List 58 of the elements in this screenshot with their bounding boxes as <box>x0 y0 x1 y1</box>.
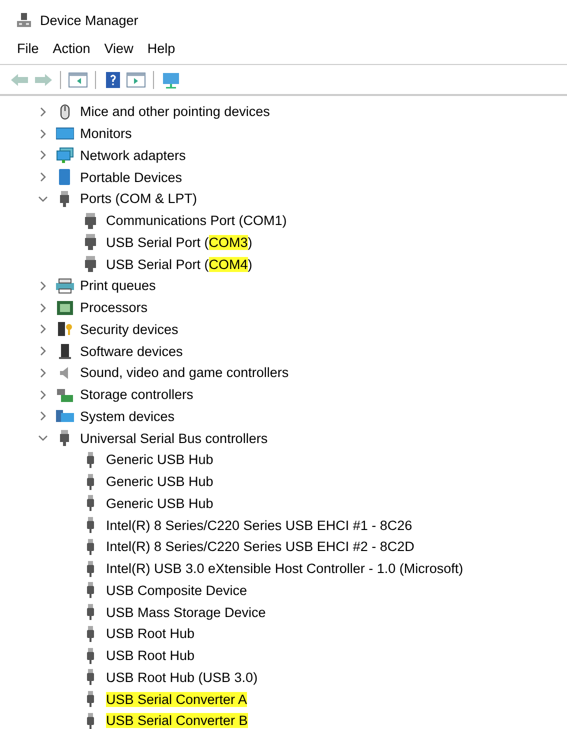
printer-icon <box>56 278 74 294</box>
help-icon[interactable] <box>103 71 123 89</box>
device-label[interactable]: USB Composite Device <box>106 582 248 598</box>
category-label[interactable]: Universal Serial Bus controllers <box>80 430 268 446</box>
expander-icon[interactable] <box>38 302 48 313</box>
panel-icon[interactable] <box>126 71 146 89</box>
tower-icon <box>56 343 74 360</box>
device-label[interactable]: Generic USB Hub <box>106 452 214 468</box>
chip-icon <box>56 300 74 316</box>
menu-item[interactable]: Help <box>140 41 182 61</box>
expander-icon[interactable] <box>38 411 48 422</box>
monitor-icon <box>56 126 74 142</box>
category-label[interactable]: Monitors <box>80 126 132 142</box>
device-label[interactable]: USB Root Hub (USB 3.0) <box>106 670 258 685</box>
network-icon <box>56 147 74 164</box>
expander-icon[interactable] <box>38 150 48 160</box>
category-label[interactable]: Storage controllers <box>80 387 194 402</box>
device-label[interactable]: USB Serial Port (COM3) <box>106 234 252 250</box>
key-icon <box>56 321 74 338</box>
expander-icon[interactable] <box>38 280 48 291</box>
expander-icon[interactable] <box>38 390 48 400</box>
monitor-icon[interactable] <box>161 71 181 89</box>
device-label[interactable]: USB Serial Port (COM4) <box>106 256 252 272</box>
device-label[interactable]: USB Serial Converter B <box>106 713 248 728</box>
device-label[interactable]: USB Mass Storage Device <box>106 604 266 620</box>
expander-icon[interactable] <box>38 172 48 182</box>
device-label[interactable]: USB Root Hub <box>106 648 195 664</box>
category-label[interactable]: Processors <box>80 300 148 316</box>
storage-icon <box>56 386 74 403</box>
category-label[interactable]: System devices <box>80 408 175 424</box>
menu-item[interactable]: View <box>97 41 140 61</box>
window-title: Device Manager <box>40 12 138 28</box>
panel-icon[interactable] <box>68 71 88 89</box>
device-label[interactable]: USB Serial Converter A <box>106 692 248 707</box>
device-label[interactable]: Generic USB Hub <box>106 496 214 511</box>
expander-icon[interactable] <box>38 194 48 204</box>
menu-item[interactable]: Action <box>46 41 98 61</box>
category-label[interactable]: Network adapters <box>80 148 186 163</box>
device-label[interactable]: Generic USB Hub <box>106 474 214 490</box>
expander-icon[interactable] <box>38 346 48 356</box>
expander-icon[interactable] <box>38 128 48 139</box>
expander-icon[interactable] <box>38 106 48 117</box>
category-label[interactable]: Software devices <box>80 344 183 359</box>
device-label[interactable]: Intel(R) 8 Series/C220 Series USB EHCI #2 - 8C2D <box>106 539 414 554</box>
device-label[interactable]: Intel(R) USB 3.0 eXtensible Host Controller - 1.0 (Microsoft) <box>106 561 464 576</box>
device-label[interactable]: Communications Port (COM1) <box>106 213 287 228</box>
menu-item[interactable]: File <box>10 41 46 61</box>
expander-icon[interactable] <box>38 433 48 444</box>
category-label[interactable]: Print queues <box>80 278 156 294</box>
category-label[interactable]: Mice and other pointing devices <box>80 104 270 120</box>
expander-icon[interactable] <box>38 368 48 378</box>
category-label[interactable]: Security devices <box>80 322 178 337</box>
expander-icon[interactable] <box>38 324 48 334</box>
device-label[interactable]: USB Root Hub <box>106 626 195 642</box>
device-label[interactable]: Intel(R) 8 Series/C220 Series USB EHCI #1 - 8C26 <box>106 518 412 533</box>
category-label[interactable]: Ports (COM & LPT) <box>80 191 198 206</box>
category-label[interactable]: Sound, video and game controllers <box>80 365 289 380</box>
category-label[interactable]: Portable Devices <box>80 170 182 185</box>
